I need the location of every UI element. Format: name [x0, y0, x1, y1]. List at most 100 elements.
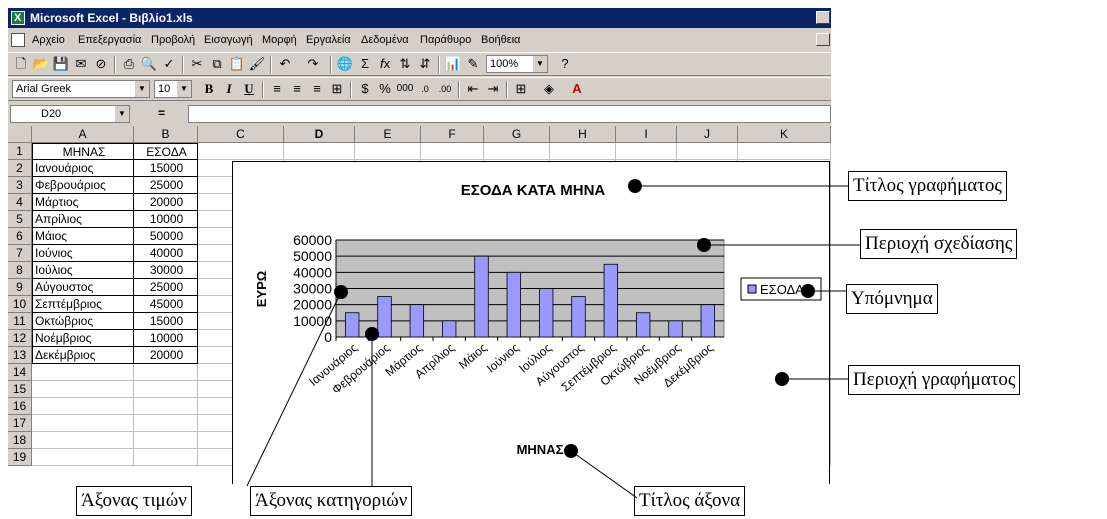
income-cell[interactable]: 25000	[134, 279, 198, 296]
empty-cell[interactable]	[32, 364, 134, 381]
format-painter-icon[interactable]: 🖌	[248, 55, 266, 73]
minimize-button[interactable]	[816, 11, 830, 24]
income-cell[interactable]: 20000	[134, 194, 198, 211]
column-header-k[interactable]: K	[738, 126, 831, 143]
month-cell[interactable]: Φεβρουάριος	[32, 177, 134, 194]
chevron-down-icon[interactable]: ▼	[533, 56, 547, 72]
empty-cell[interactable]	[198, 143, 284, 160]
row-header-10[interactable]: 10	[8, 296, 32, 313]
column-header-f[interactable]: F	[421, 126, 484, 143]
empty-cell[interactable]	[738, 143, 831, 160]
menu-file[interactable]: Αρχείο	[32, 30, 65, 50]
font-size-select[interactable]: 10 ▼	[154, 80, 192, 98]
row-header-2[interactable]: 2	[8, 160, 32, 177]
chevron-down-icon[interactable]: ▼	[115, 106, 129, 122]
column-header-e[interactable]: E	[355, 126, 421, 143]
month-cell[interactable]: Δεκέμβριος	[32, 347, 134, 364]
row-header-9[interactable]: 9	[8, 279, 32, 296]
align-left-icon[interactable]: ≡	[268, 80, 286, 98]
print-preview-icon[interactable]: 🔍	[140, 55, 158, 73]
merge-center-icon[interactable]: ⊞	[328, 80, 346, 98]
empty-cell[interactable]	[134, 449, 198, 466]
menu-help[interactable]: Βοήθεια	[481, 30, 520, 50]
empty-cell[interactable]	[32, 415, 134, 432]
increase-decimal-icon[interactable]: .0	[416, 80, 434, 98]
increase-indent-icon[interactable]: ⇥	[484, 80, 502, 98]
excel-app-icon[interactable]	[11, 8, 25, 28]
header-cell-income[interactable]: ΕΣΟΔΑ	[134, 143, 198, 160]
column-header-h[interactable]: H	[550, 126, 616, 143]
income-cell[interactable]: 50000	[134, 228, 198, 245]
income-cell[interactable]: 30000	[134, 262, 198, 279]
autosum-icon[interactable]: Σ	[356, 55, 374, 73]
row-header-6[interactable]: 6	[8, 228, 32, 245]
borders-icon[interactable]: ⊞	[512, 80, 530, 98]
currency-icon[interactable]: $	[356, 80, 374, 98]
open-icon[interactable]: 📂	[32, 55, 50, 73]
empty-cell[interactable]	[134, 398, 198, 415]
income-cell[interactable]: 40000	[134, 245, 198, 262]
empty-cell[interactable]	[134, 364, 198, 381]
month-cell[interactable]: Μάιος	[32, 228, 134, 245]
empty-cell[interactable]	[421, 143, 484, 160]
comma-style-icon[interactable]: 000	[396, 80, 414, 98]
empty-cell[interactable]	[134, 415, 198, 432]
fill-color-icon[interactable]: ◈	[540, 80, 558, 98]
hyperlink-icon[interactable]: 🌐	[336, 55, 354, 73]
income-cell[interactable]: 15000	[134, 160, 198, 177]
print-icon[interactable]: ⎙	[120, 55, 138, 73]
empty-cell[interactable]	[677, 143, 738, 160]
income-cell[interactable]: 10000	[134, 211, 198, 228]
decrease-decimal-icon[interactable]: .00	[436, 80, 454, 98]
percent-icon[interactable]: %	[376, 80, 394, 98]
chart-wizard-icon[interactable]: 📊	[444, 55, 462, 73]
undo-icon[interactable]: ↶	[276, 55, 294, 73]
function-icon[interactable]: fx	[376, 55, 394, 73]
sort-ascending-icon[interactable]: ⇅	[396, 55, 414, 73]
empty-cell[interactable]	[484, 143, 550, 160]
row-header-17[interactable]: 17	[8, 415, 32, 432]
month-cell[interactable]: Σεπτέμβριος	[32, 296, 134, 313]
worksheet-grid[interactable]: ΜΗΝΑΣ ΕΣΟΔΑ Ιανουάριος 15000 Φεβρουάριος 2500…	[8, 126, 831, 484]
chart-area[interactable]: 0 10000 20000 30000 40000 50000 60000 Ιανουάριο…	[232, 161, 830, 484]
empty-cell[interactable]	[616, 143, 677, 160]
empty-cell[interactable]	[550, 143, 616, 160]
month-cell[interactable]: Οκτώβριος	[32, 313, 134, 330]
align-right-icon[interactable]: ≡	[308, 80, 326, 98]
column-header-c[interactable]: C	[198, 126, 284, 143]
row-header-4[interactable]: 4	[8, 194, 32, 211]
name-box[interactable]: D20 ▼	[10, 105, 130, 123]
column-header-g[interactable]: G	[484, 126, 550, 143]
font-color-icon[interactable]: A	[568, 80, 586, 98]
row-header-1[interactable]: 1	[8, 143, 32, 160]
column-header-a[interactable]: A	[32, 126, 134, 143]
chevron-down-icon[interactable]: ▼	[135, 81, 149, 97]
drawing-icon[interactable]: ✎	[464, 55, 482, 73]
empty-cell[interactable]	[32, 381, 134, 398]
help-icon[interactable]: ?	[556, 55, 574, 73]
month-cell[interactable]: Αύγουστος	[32, 279, 134, 296]
paste-icon[interactable]: 📋	[228, 55, 246, 73]
row-header-14[interactable]: 14	[8, 364, 32, 381]
column-header-b[interactable]: B	[134, 126, 198, 143]
row-header-5[interactable]: 5	[8, 211, 32, 228]
email-icon[interactable]: ✉	[72, 55, 90, 73]
copy-icon[interactable]: ⧉	[208, 55, 226, 73]
menu-format[interactable]: Μορφή	[262, 30, 297, 50]
income-cell[interactable]: 20000	[134, 347, 198, 364]
restore-document-button[interactable]	[816, 33, 830, 46]
column-header-i[interactable]: I	[616, 126, 677, 143]
underline-icon[interactable]: U	[240, 80, 258, 98]
income-cell[interactable]: 25000	[134, 177, 198, 194]
menu-window[interactable]: Παράθυρο	[420, 30, 471, 50]
select-all-corner[interactable]	[8, 126, 32, 143]
cut-icon[interactable]: ✂	[188, 55, 206, 73]
menu-edit[interactable]: Επεξεργασία	[78, 30, 141, 50]
decrease-indent-icon[interactable]: ⇤	[464, 80, 482, 98]
spelling-icon[interactable]: ✓	[160, 55, 178, 73]
bold-icon[interactable]: B	[200, 80, 218, 98]
menu-insert[interactable]: Εισαγωγή	[204, 30, 253, 50]
income-cell[interactable]: 15000	[134, 313, 198, 330]
row-header-16[interactable]: 16	[8, 398, 32, 415]
row-header-12[interactable]: 12	[8, 330, 32, 347]
